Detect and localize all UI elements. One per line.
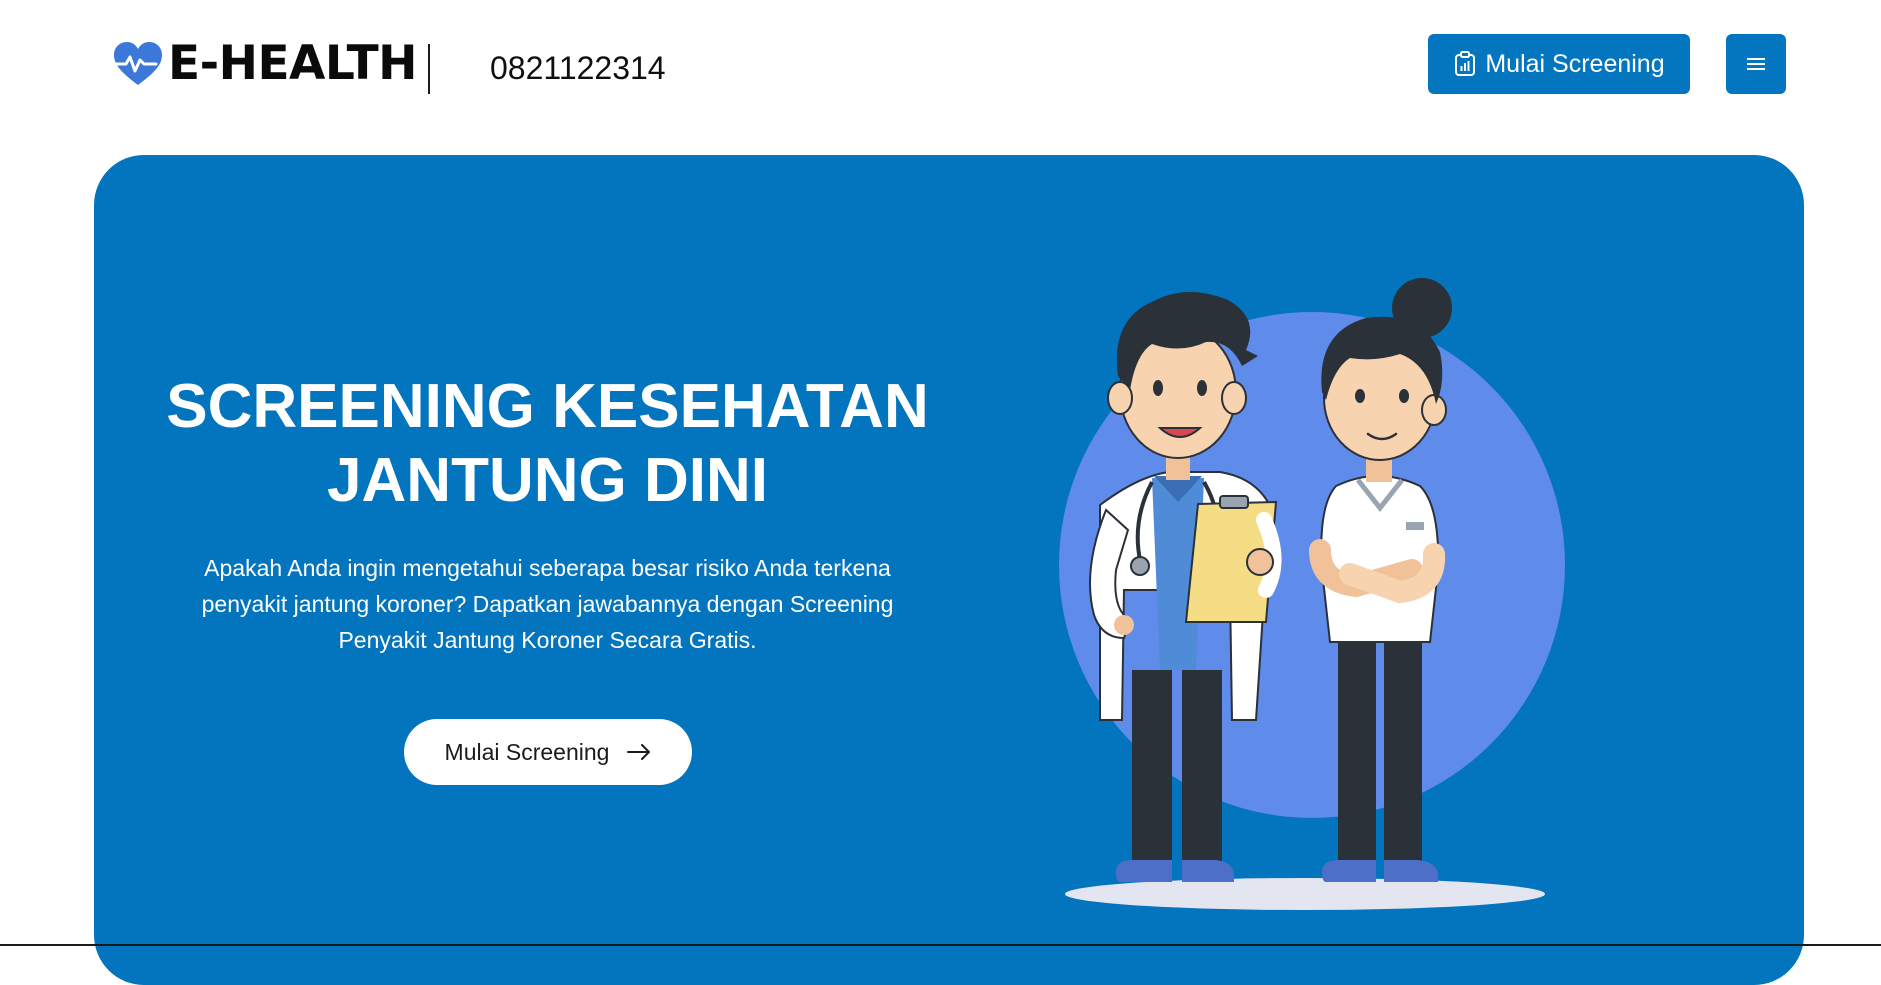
hero-description: Apakah Anda ingin mengetahui seberapa be… <box>201 555 894 653</box>
phone-number: 0821122314 <box>490 50 666 86</box>
doctor-nurse-illustration <box>1059 278 1565 910</box>
hero-title-line-2: JANTUNG DINI <box>327 446 768 515</box>
hero-title: SCREENING KESEHATAN JANTUNG DINI <box>94 370 1001 518</box>
heart-pulse-icon <box>112 42 162 85</box>
header-divider <box>428 44 430 94</box>
floor-shadow <box>1065 878 1545 910</box>
arrow-right-icon <box>627 744 651 760</box>
top-navbar: E-HEALTH 0821122314 Mulai Screening <box>0 0 1881 130</box>
mulai-screening-nav-button[interactable]: Mulai Screening <box>1428 34 1690 94</box>
mulai-screening-hero-button[interactable]: Mulai Screening <box>404 719 692 785</box>
nurse-figure <box>1309 278 1452 882</box>
menu-toggle-button[interactable] <box>1726 34 1786 94</box>
nav-cta-label: Mulai Screening <box>1485 49 1665 78</box>
clipboard-chart-icon <box>1455 51 1476 76</box>
hamburger-menu-icon <box>1747 58 1765 70</box>
hero-cta-label: Mulai Screening <box>444 738 610 765</box>
hero-title-line-1: SCREENING KESEHATAN <box>166 372 929 441</box>
brand-name: E-HEALTH <box>168 36 418 91</box>
brand-logo[interactable]: E-HEALTH <box>112 36 418 92</box>
